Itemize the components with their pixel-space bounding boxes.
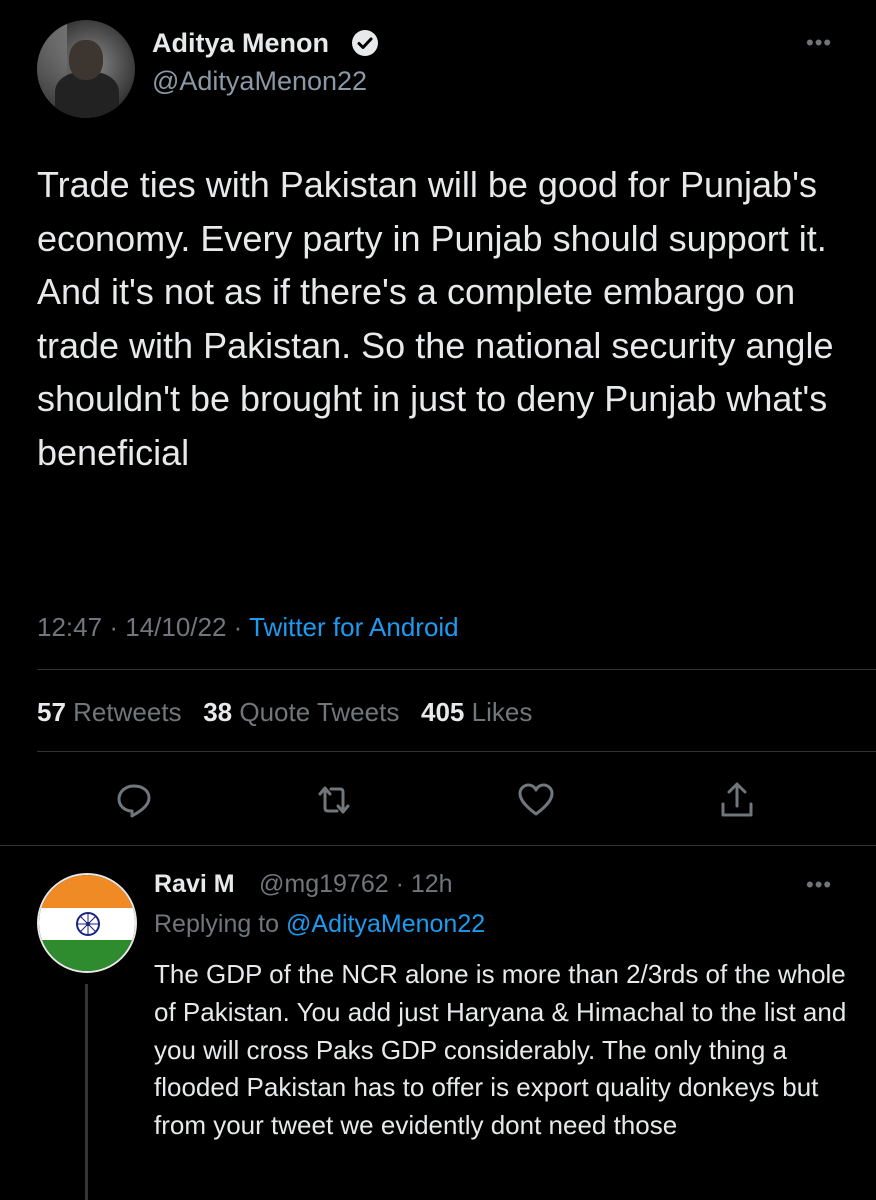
author-display-name[interactable]: Aditya Menon xyxy=(152,28,329,59)
replying-prefix: Replying to xyxy=(154,910,280,938)
tweet-source-link[interactable]: Twitter for Android xyxy=(249,612,459,642)
meta-separator: · xyxy=(109,612,118,642)
reply-more-options-icon[interactable]: ••• xyxy=(806,872,832,898)
tweet-date[interactable]: 14/10/22 xyxy=(125,612,226,642)
tweet-text: Trade ties with Pakistan will be good fo… xyxy=(37,164,834,473)
author-avatar[interactable] xyxy=(37,20,135,118)
reply-icon[interactable] xyxy=(114,780,154,820)
engagement-stats: 57 Retweets 38 Quote Tweets 405 Likes xyxy=(37,697,532,728)
more-options-icon[interactable]: ••• xyxy=(806,30,832,56)
reply-handle[interactable]: @mg19762 xyxy=(259,870,389,898)
author-handle[interactable]: @AdityaMenon22 xyxy=(152,66,367,97)
replying-mention-link[interactable]: @AdityaMenon22 xyxy=(286,910,485,938)
retweets-label: Retweets xyxy=(73,697,182,727)
retweets-stat[interactable]: 57 Retweets xyxy=(37,697,182,727)
retweets-count: 57 xyxy=(37,697,66,727)
like-icon[interactable] xyxy=(516,780,556,820)
meta-separator: · xyxy=(395,870,404,898)
retweet-icon[interactable] xyxy=(314,780,354,820)
divider xyxy=(37,669,876,670)
share-icon[interactable] xyxy=(717,780,757,820)
thread-line xyxy=(85,984,88,1200)
chakra-icon xyxy=(76,912,100,936)
quote-count: 38 xyxy=(203,697,233,727)
tweet-time[interactable]: 12:47 xyxy=(37,612,102,642)
replying-to: Replying to @AdityaMenon22 xyxy=(154,910,485,939)
likes-label: Likes xyxy=(471,697,533,727)
likes-stat[interactable]: 405 Likes xyxy=(421,697,532,727)
reply-handle-time: @mg19762 · 12h xyxy=(259,870,453,899)
likes-count: 405 xyxy=(421,697,465,727)
tweet-meta: 12:47 · 14/10/22 · Twitter for Android xyxy=(37,612,459,643)
divider xyxy=(37,751,876,752)
meta-separator: · xyxy=(233,612,243,642)
reply-display-name[interactable]: Ravi M xyxy=(154,870,235,899)
reply-author-avatar[interactable] xyxy=(37,873,137,973)
quote-label: Quote Tweets xyxy=(239,697,400,727)
quote-tweets-stat[interactable]: 38 Quote Tweets xyxy=(203,697,399,727)
divider xyxy=(0,845,876,846)
reply-time[interactable]: 12h xyxy=(411,870,453,898)
verified-badge-icon xyxy=(352,30,378,56)
reply-text: The GDP of the NCR alone is more than 2/… xyxy=(154,959,847,1141)
